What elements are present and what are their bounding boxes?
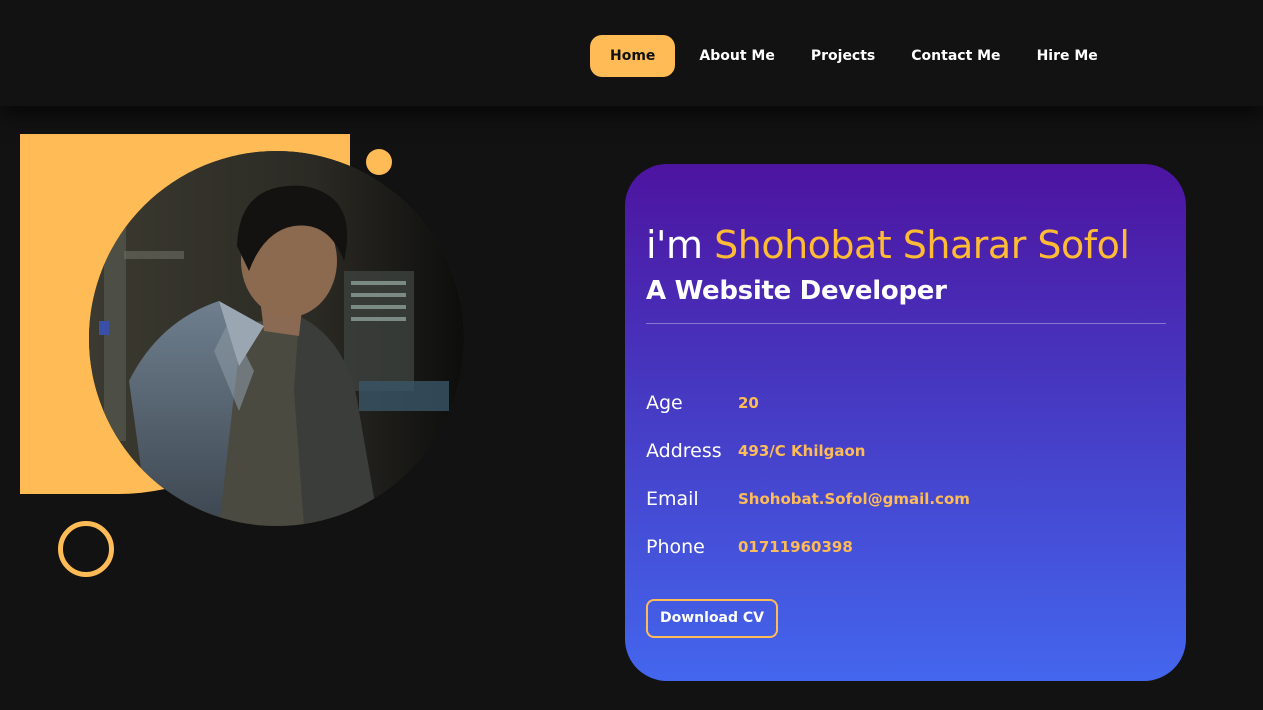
info-value: 493/C Khilgaon [738, 442, 866, 460]
info-value: 01711960398 [738, 538, 853, 556]
nav-item-contact-me[interactable]: Contact Me [893, 35, 1018, 77]
decorative-dot [366, 149, 392, 175]
nav-item-about-me[interactable]: About Me [681, 35, 792, 77]
greeting-prefix: i'm [646, 223, 703, 267]
info-row-email: Email Shohobat.Sofol@gmail.com [646, 475, 1166, 523]
profile-card: i'm Shohobat Sharar Sofol A Website Deve… [625, 164, 1186, 681]
info-row-address: Address 493/C Khilgaon [646, 427, 1166, 475]
top-navbar: Home About Me Projects Contact Me Hire M… [0, 0, 1263, 106]
role-subtitle: A Website Developer [646, 276, 947, 306]
info-label: Address [646, 440, 722, 462]
profile-photo [89, 151, 464, 526]
nav-menu: Home About Me Projects Contact Me Hire M… [590, 35, 1116, 77]
info-label: Email [646, 488, 699, 510]
nav-item-hire-me[interactable]: Hire Me [1019, 35, 1116, 77]
download-cv-button[interactable]: Download CV [646, 599, 779, 638]
greeting-heading: i'm Shohobat Sharar Sofol [646, 220, 1166, 270]
info-value: 20 [738, 394, 759, 412]
divider [646, 323, 1166, 324]
info-label: Age [646, 392, 683, 414]
nav-item-projects[interactable]: Projects [793, 35, 893, 77]
info-row-age: Age 20 [646, 379, 1166, 427]
person-name: Shohobat Sharar Sofol [714, 223, 1130, 267]
info-label: Phone [646, 536, 705, 558]
info-list: Age 20 Address 493/C Khilgaon Email Shoh… [646, 379, 1166, 571]
hero-image-area [20, 134, 480, 584]
info-row-phone: Phone 01711960398 [646, 523, 1166, 571]
decorative-ring [58, 521, 114, 577]
nav-item-home[interactable]: Home [590, 35, 676, 77]
info-value: Shohobat.Sofol@gmail.com [738, 490, 970, 508]
